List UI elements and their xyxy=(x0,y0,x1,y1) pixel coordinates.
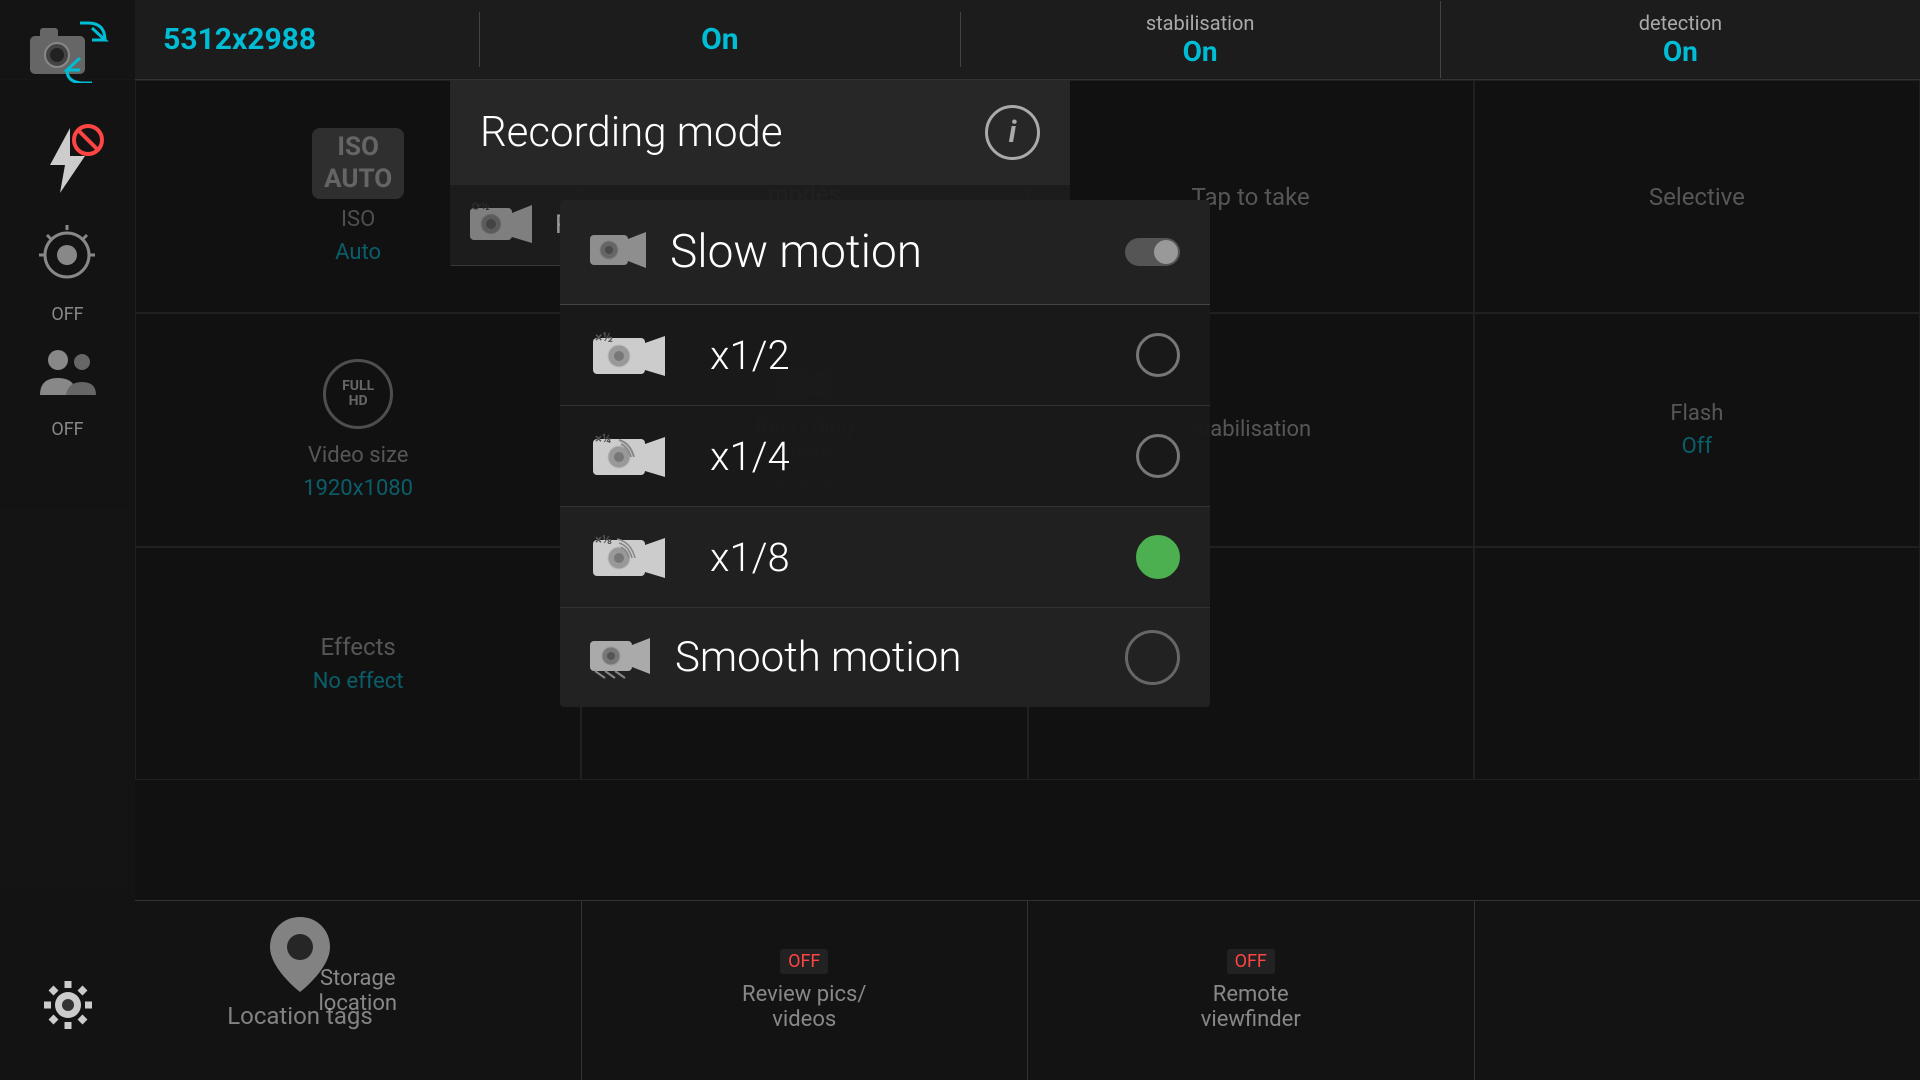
location-tags-label: Location tags xyxy=(227,1002,373,1030)
slow-motion-header: Slow motion xyxy=(560,200,1210,305)
smooth-motion-icon xyxy=(590,633,655,683)
speed-x1-8-icon: ×⅛ xyxy=(590,527,690,587)
svg-text:⟳½: ⟳½ xyxy=(472,200,490,213)
portrait-mode-button[interactable]: OFF xyxy=(13,335,123,445)
scene-mode-button[interactable]: OFF xyxy=(13,220,123,330)
svg-text:×½: ×½ xyxy=(595,330,613,346)
on-cell: On xyxy=(480,12,960,67)
remote-cell: OFF Remoteviewfinder xyxy=(1028,901,1475,1080)
video-size-cell: FULLHD Video size 1920x1080 xyxy=(135,313,581,546)
speed-x1-2-radio[interactable] xyxy=(1136,333,1180,377)
camera-flip-button[interactable] xyxy=(18,10,118,90)
detection-cell: detection On xyxy=(1441,1,1920,78)
effects-cell: Effects No effect xyxy=(135,547,581,780)
smooth-motion-title: Smooth motion xyxy=(675,633,1125,682)
people-icon xyxy=(30,340,105,415)
settings-gear-icon xyxy=(28,965,108,1045)
top-bar: 5312x2988 On stabilisation On detection … xyxy=(0,0,1920,80)
smooth-motion-row[interactable]: Smooth motion xyxy=(560,608,1210,707)
recording-mode-title: Recording mode xyxy=(480,108,783,157)
slow-motion-title: Slow motion xyxy=(670,225,1125,279)
selective-cell: Selective xyxy=(1474,80,1920,313)
location-pin-icon xyxy=(270,917,330,992)
slow-motion-preview-icon: ⟳½ xyxy=(470,200,540,250)
settings-button[interactable] xyxy=(13,950,123,1060)
flash-off-icon xyxy=(30,123,105,198)
left-sidebar: OFF OFF xyxy=(0,0,135,1080)
svg-text:×¼: ×¼ xyxy=(595,432,611,447)
speed-x1-8-radio[interactable] xyxy=(1136,535,1180,579)
slow-motion-panel[interactable]: Slow motion ×½ x1/2 ×¼ xyxy=(560,200,1210,707)
flash-cell: Flash Off xyxy=(1474,313,1920,546)
recording-mode-header: Recording mode i xyxy=(450,80,1070,185)
speed-x1-2-label: x1/2 xyxy=(710,332,1136,379)
speed-x1-4-icon: ×¼ xyxy=(590,426,690,486)
svg-text:×⅛: ×⅛ xyxy=(595,533,612,548)
location-tags-area: Location tags xyxy=(140,917,460,1030)
smooth-motion-toggle[interactable] xyxy=(1125,630,1180,685)
speed-x1-4-option[interactable]: ×¼ x1/4 xyxy=(560,406,1210,507)
speed-x1-4-label: x1/4 xyxy=(710,433,1136,480)
speed-x1-8-label: x1/8 xyxy=(710,534,1136,581)
speed-x1-8-option[interactable]: ×⅛ x1/8 xyxy=(560,507,1210,608)
info-button[interactable]: i xyxy=(985,105,1040,160)
slow-motion-toggle[interactable] xyxy=(1125,238,1180,266)
speed-x1-2-icon: ×½ xyxy=(590,325,690,385)
camera-flip-icon xyxy=(20,18,115,83)
slow-motion-header-icon xyxy=(590,222,650,282)
speed-x1-4-radio[interactable] xyxy=(1136,434,1180,478)
flash-button[interactable] xyxy=(13,105,123,215)
stabilisation-cell: stabilisation On xyxy=(961,1,1441,78)
speed-x1-2-option[interactable]: ×½ x1/2 xyxy=(560,305,1210,406)
review-cell: OFF Review pics/videos xyxy=(582,901,1029,1080)
scene-mode-icon xyxy=(30,225,105,300)
info-icon: i xyxy=(1009,115,1017,150)
